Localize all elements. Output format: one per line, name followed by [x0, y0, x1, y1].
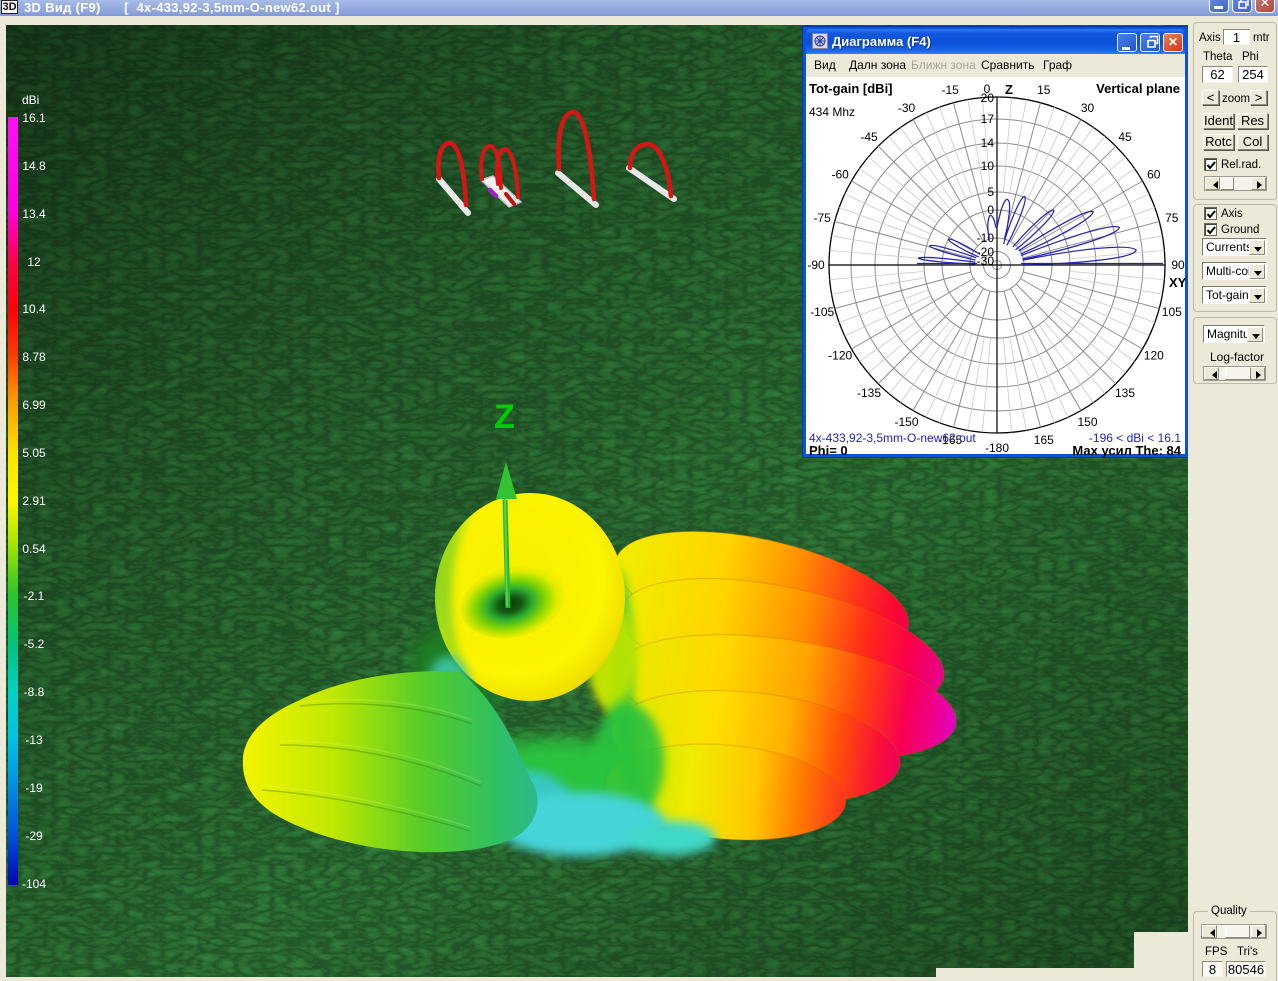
svg-text:-29: -29 — [25, 829, 43, 843]
svg-text:12: 12 — [27, 255, 41, 269]
svg-text:5.05: 5.05 — [22, 446, 46, 460]
svg-text:0.54: 0.54 — [22, 542, 46, 556]
svg-text:105: 105 — [1162, 305, 1182, 319]
svg-text:2.91: 2.91 — [22, 494, 46, 508]
svg-text:-13: -13 — [25, 733, 43, 747]
svg-text:6.99: 6.99 — [22, 398, 46, 412]
svg-text:16.1: 16.1 — [22, 111, 46, 125]
svg-text:-150: -150 — [894, 415, 918, 429]
svg-text:120: 120 — [1144, 349, 1164, 363]
svg-text:90: 90 — [1171, 258, 1185, 272]
svg-text:-15: -15 — [942, 83, 960, 97]
svg-text:-120: -120 — [828, 349, 852, 363]
svg-text:-30: -30 — [977, 254, 995, 268]
svg-text:14: 14 — [981, 136, 995, 150]
svg-text:-2.1: -2.1 — [24, 589, 45, 603]
svg-text:XY: XY — [1169, 275, 1187, 290]
svg-text:-60: -60 — [832, 168, 850, 182]
svg-text:-5.2: -5.2 — [24, 637, 45, 651]
svg-text:-8.8: -8.8 — [24, 685, 45, 699]
svg-text:-10: -10 — [977, 231, 995, 245]
svg-text:10: 10 — [981, 159, 995, 173]
svg-text:17: 17 — [981, 112, 995, 126]
svg-text:-104: -104 — [22, 877, 46, 891]
svg-text:Z: Z — [1005, 82, 1013, 97]
svg-text:-30: -30 — [898, 101, 916, 115]
svg-text:150: 150 — [1077, 415, 1097, 429]
svg-text:8.78: 8.78 — [22, 350, 46, 364]
svg-text:5: 5 — [987, 185, 994, 199]
svg-text:14.8: 14.8 — [22, 159, 46, 173]
svg-text:-135: -135 — [857, 386, 881, 400]
svg-text:20: 20 — [981, 91, 995, 105]
svg-text:60: 60 — [1147, 168, 1161, 182]
svg-text:15: 15 — [1037, 83, 1051, 97]
svg-text:-45: -45 — [860, 130, 878, 144]
svg-text:45: 45 — [1118, 130, 1132, 144]
svg-text:165: 165 — [1034, 433, 1054, 447]
svg-text:135: 135 — [1115, 386, 1135, 400]
svg-text:-105: -105 — [810, 305, 834, 319]
svg-text:-75: -75 — [814, 211, 832, 225]
svg-text:10.4: 10.4 — [22, 302, 46, 316]
svg-text:-90: -90 — [807, 258, 825, 272]
svg-text:30: 30 — [1081, 101, 1095, 115]
svg-text:75: 75 — [1165, 211, 1179, 225]
svg-text:13.4: 13.4 — [22, 207, 46, 221]
svg-text:dBi: dBi — [22, 93, 39, 107]
svg-text:Z: Z — [494, 398, 515, 436]
svg-text:-19: -19 — [25, 781, 43, 795]
svg-text:-180: -180 — [985, 441, 1009, 455]
